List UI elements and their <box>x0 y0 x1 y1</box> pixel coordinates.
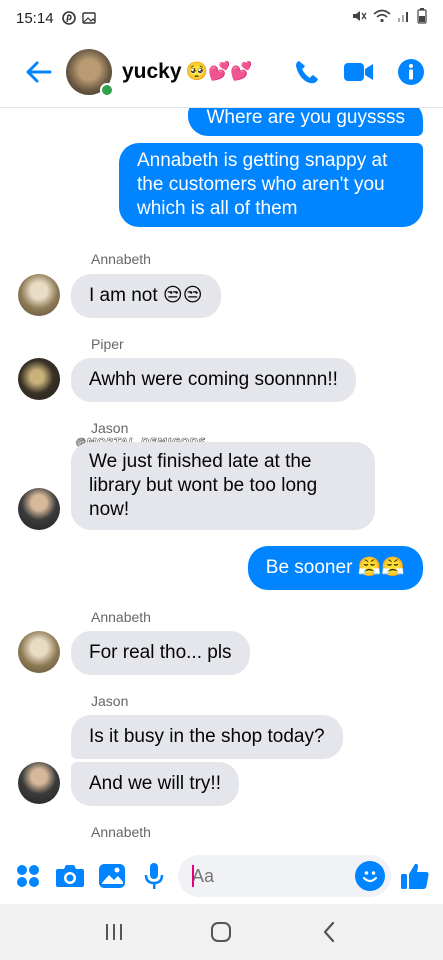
more-actions-button[interactable] <box>10 858 46 894</box>
microphone-icon <box>144 863 164 889</box>
gallery-icon <box>99 864 125 888</box>
image-notification-icon <box>81 11 96 25</box>
outgoing-message[interactable]: Annabeth is getting snappy at the custom… <box>119 143 423 227</box>
phone-icon <box>296 60 318 83</box>
back-nav-icon <box>324 921 335 943</box>
back-button[interactable] <box>16 50 60 94</box>
sender-name: Annabeth <box>91 824 151 840</box>
like-button[interactable] <box>397 858 433 894</box>
conversation-info-button[interactable] <box>397 58 425 86</box>
battery-icon <box>417 8 427 28</box>
online-status-dot <box>100 82 114 97</box>
home-nav-icon <box>211 922 232 942</box>
sender-name: Annabeth <box>91 251 151 267</box>
gallery-button[interactable] <box>94 858 130 894</box>
sender-avatar-jason[interactable] <box>18 488 60 530</box>
camera-button[interactable] <box>52 858 88 894</box>
info-icon <box>398 58 424 85</box>
contact-name: yucky <box>122 59 182 83</box>
title-emoji: 🥺💕💕 <box>185 61 253 81</box>
sender-avatar-annabeth[interactable] <box>18 274 60 316</box>
conversation-header: yucky 🥺💕💕 <box>0 36 443 108</box>
conversation-title[interactable]: yucky 🥺💕💕 <box>122 60 253 84</box>
status-right-icons <box>351 8 427 28</box>
emoji-button[interactable] <box>355 861 385 891</box>
voice-message-button[interactable] <box>136 858 172 894</box>
message-input[interactable] <box>192 865 355 887</box>
sender-avatar-annabeth[interactable] <box>18 631 60 673</box>
video-icon <box>344 62 373 81</box>
sender-name: Jason <box>91 693 129 709</box>
voice-call-button[interactable] <box>293 58 321 86</box>
text-cursor <box>192 865 194 887</box>
signal-icon <box>397 9 411 27</box>
incoming-message[interactable]: Is it busy in the shop today? <box>71 715 343 759</box>
message-input-wrapper <box>178 855 391 897</box>
message-composer <box>0 848 443 904</box>
incoming-message[interactable]: For real tho... pls <box>71 631 250 675</box>
back-nav-button[interactable] <box>304 912 354 952</box>
outgoing-message[interactable]: Be sooner 😤😤 <box>247 546 423 590</box>
emoji-icon <box>362 871 378 883</box>
contact-avatar[interactable] <box>66 48 114 97</box>
sender-name: Piper <box>91 336 124 352</box>
video-call-button[interactable] <box>343 60 375 84</box>
sender-name: Jason <box>91 420 129 436</box>
outgoing-message[interactable]: Where are you guyssss <box>188 108 423 136</box>
status-bar: 15:14 <box>0 0 443 36</box>
sender-avatar-piper[interactable] <box>18 358 60 400</box>
incoming-message[interactable]: I am not 😒😒 <box>71 274 221 318</box>
mute-icon <box>351 9 367 27</box>
system-navigation-bar <box>0 904 443 960</box>
wifi-icon <box>373 9 391 27</box>
incoming-message[interactable]: We just finished late at the library but… <box>71 442 375 530</box>
pinterest-notification-icon <box>61 11 76 25</box>
status-time: 15:14 <box>16 9 54 27</box>
home-button[interactable] <box>196 912 246 952</box>
recents-nav-icon <box>105 924 122 940</box>
thumbs-up-icon <box>401 863 429 889</box>
incoming-message[interactable]: Awhh were coming soonnnn!! <box>71 358 356 402</box>
camera-icon <box>56 865 84 887</box>
back-arrow-icon <box>26 61 52 82</box>
sender-name: Annabeth <box>91 609 151 625</box>
apps-icon <box>17 865 39 887</box>
recents-button[interactable] <box>89 912 139 952</box>
incoming-message[interactable]: And we will try!! <box>71 762 239 806</box>
header-actions <box>293 58 425 86</box>
message-list[interactable]: Where are you guyssss Annabeth is gettin… <box>0 108 443 848</box>
sender-avatar-jason[interactable] <box>18 762 60 804</box>
